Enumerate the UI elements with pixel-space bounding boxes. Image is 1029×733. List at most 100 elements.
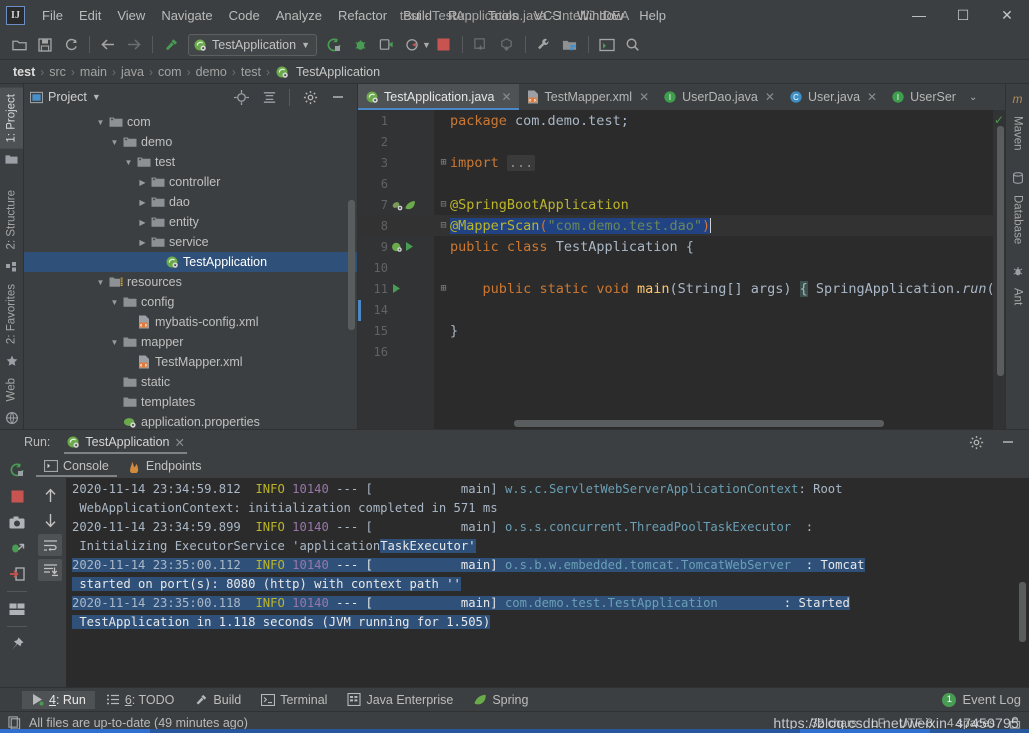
chevron-down-icon[interactable]: ▼ — [94, 118, 107, 127]
chevron-right-icon[interactable]: ▶ — [136, 198, 149, 207]
editor-horizontal-scrollbar[interactable] — [514, 420, 884, 427]
menu-help[interactable]: Help — [631, 5, 674, 26]
breadcrumb-item-com[interactable]: com — [155, 65, 185, 79]
close-icon[interactable]: ✕ — [639, 90, 649, 104]
screenshot-icon[interactable] — [4, 510, 30, 534]
menu-code[interactable]: Code — [221, 5, 268, 26]
breadcrumb-item-src[interactable]: src — [46, 65, 69, 79]
gutter-line-11[interactable]: 11 — [358, 278, 434, 299]
tree-node-application-properties[interactable]: application.properties — [24, 412, 357, 429]
gutter-line-9[interactable]: 9 — [358, 236, 434, 257]
close-icon[interactable]: ✕ — [174, 435, 184, 450]
menu-window[interactable]: Window — [569, 5, 631, 26]
gutter-line-7[interactable]: 7 — [358, 194, 434, 215]
open-folder-icon[interactable] — [6, 33, 32, 57]
close-button[interactable]: ✕ — [985, 0, 1029, 30]
toolwindow-spring[interactable]: Spring — [464, 691, 537, 709]
close-icon[interactable]: ✕ — [501, 90, 511, 104]
inspection-ok-icon[interactable]: ✓ — [994, 113, 1004, 127]
sidebar-item-web[interactable]: Web — [0, 372, 23, 407]
gutter-line-16[interactable]: 16 — [358, 341, 434, 362]
tree-node-resources[interactable]: ▼ resources — [24, 272, 357, 292]
breadcrumb-item-class[interactable]: TestApplication — [293, 65, 383, 79]
indent-setting[interactable]: 4 spaces — [947, 716, 995, 730]
scroll-up-icon[interactable] — [38, 484, 62, 506]
menu-view[interactable]: View — [109, 5, 153, 26]
menu-navigate[interactable]: Navigate — [153, 5, 220, 26]
project-tree[interactable]: ▼ com ▼ demo ▼ test ▶ controller ▶ dao ▶ entity ▶ ser… — [24, 110, 357, 429]
run-gutter-icon[interactable] — [404, 241, 415, 252]
tree-node-service[interactable]: ▶ service — [24, 232, 357, 252]
editor-tab-testapplication-java[interactable]: TestApplication.java ✕ — [358, 84, 519, 110]
toolwindow-6-todo[interactable]: 6: TODO — [97, 691, 184, 709]
sidebar-item-database[interactable]: Database — [1006, 189, 1029, 250]
folded-imports[interactable]: ... — [506, 154, 536, 171]
toolwindow-build[interactable]: Build — [185, 691, 250, 709]
tree-node-static[interactable]: static — [24, 372, 357, 392]
tree-node-mybatis-config-xml[interactable]: mybatis-config.xml — [24, 312, 357, 332]
menu-run[interactable]: Run — [440, 5, 480, 26]
fold-expand-icon[interactable]: ⊞ — [438, 283, 449, 294]
run-tab-testapplication[interactable]: TestApplication ✕ — [60, 433, 191, 454]
breadcrumb-item-test-pkg[interactable]: test — [238, 65, 264, 79]
editor-gutter[interactable]: 1 2 3 6 7 8 9 10 11 14 15 16 — [358, 110, 434, 429]
forward-arrow-icon[interactable] — [121, 33, 147, 57]
scroll-down-icon[interactable] — [38, 509, 62, 531]
gutter-line-3[interactable]: 3 — [358, 152, 434, 173]
lock-icon[interactable] — [1009, 716, 1021, 729]
maximize-button[interactable]: ☐ — [941, 0, 985, 30]
layout-icon[interactable] — [4, 597, 30, 621]
tab-endpoints[interactable]: Endpoints — [119, 456, 210, 476]
gutter-line-8[interactable]: 8 — [358, 215, 434, 236]
console-vertical-scrollbar[interactable] — [1019, 582, 1026, 642]
locate-target-icon[interactable] — [228, 85, 254, 109]
menu-vcs[interactable]: VCS — [526, 5, 569, 26]
tab-console[interactable]: Console — [36, 456, 117, 477]
tree-node-dao[interactable]: ▶ dao — [24, 192, 357, 212]
editor-tab-userdao-java[interactable]: I UserDao.java ✕ — [656, 84, 782, 110]
sidebar-item-ant[interactable]: Ant — [1006, 282, 1029, 311]
chevron-down-icon[interactable]: ⌄ — [963, 84, 983, 110]
event-log-label[interactable]: Event Log — [962, 692, 1021, 707]
fold-expand-icon[interactable]: ⊞ — [438, 157, 449, 168]
editor-tab-userser[interactable]: I UserSer — [884, 84, 963, 110]
profile-dropdown-icon[interactable]: ▼ — [422, 40, 431, 50]
gutter-line-2[interactable]: 2 — [358, 131, 434, 152]
pin-icon[interactable] — [4, 632, 30, 656]
spring-boot-icon[interactable] — [391, 241, 403, 253]
sidebar-item-project[interactable]: 1: Project — [0, 88, 23, 149]
gear-icon[interactable] — [297, 85, 323, 109]
chevron-down-icon[interactable]: ▼ — [122, 158, 135, 167]
import-icon[interactable] — [4, 562, 30, 586]
editor-tab-testmapper-xml[interactable]: TestMapper.xml ✕ — [519, 84, 657, 110]
spring-leaf-icon[interactable] — [404, 199, 416, 211]
sync-icon[interactable] — [58, 33, 84, 57]
event-log-area[interactable]: 1 Event Log — [942, 692, 1029, 707]
breadcrumb-item-test[interactable]: test — [10, 65, 38, 79]
close-icon[interactable]: ✕ — [867, 90, 877, 104]
editor-vertical-scrollbar[interactable] — [997, 126, 1004, 376]
caret-position[interactable]: 32 chars — [811, 716, 857, 730]
code-editor[interactable]: package com.demo.test; ⊞ import ... ⊟ @Spr… — [434, 110, 993, 429]
project-tree-scrollbar[interactable] — [348, 200, 355, 330]
gutter-line-6[interactable]: 6 — [358, 173, 434, 194]
chevron-down-icon[interactable]: ▼ — [108, 298, 121, 307]
line-separator[interactable]: LF — [871, 716, 885, 730]
soft-wrap-icon[interactable] — [38, 534, 62, 556]
run-configuration-selector[interactable]: TestApplication ▼ — [188, 33, 317, 56]
editor-marker-bar[interactable]: ✓ — [993, 110, 1005, 429]
menu-refactor[interactable]: Refactor — [330, 5, 395, 26]
tree-node-templates[interactable]: templates — [24, 392, 357, 412]
chevron-right-icon[interactable]: ▶ — [136, 238, 149, 247]
close-icon[interactable]: ✕ — [765, 90, 775, 104]
tree-node-config[interactable]: ▼ config — [24, 292, 357, 312]
gutter-line-1[interactable]: 1 — [358, 110, 434, 131]
gutter-line-15[interactable]: 15 — [358, 320, 434, 341]
chevron-down-icon[interactable]: ▼ — [108, 138, 121, 147]
chevron-down-icon[interactable]: ▼ — [301, 40, 310, 50]
sidebar-item-2-favorites[interactable]: 2: Favorites — [0, 278, 23, 350]
project-structure-icon[interactable] — [557, 33, 583, 57]
tree-node-entity[interactable]: ▶ entity — [24, 212, 357, 232]
breadcrumb-item-demo[interactable]: demo — [193, 65, 230, 79]
bean-icon[interactable] — [391, 199, 403, 211]
